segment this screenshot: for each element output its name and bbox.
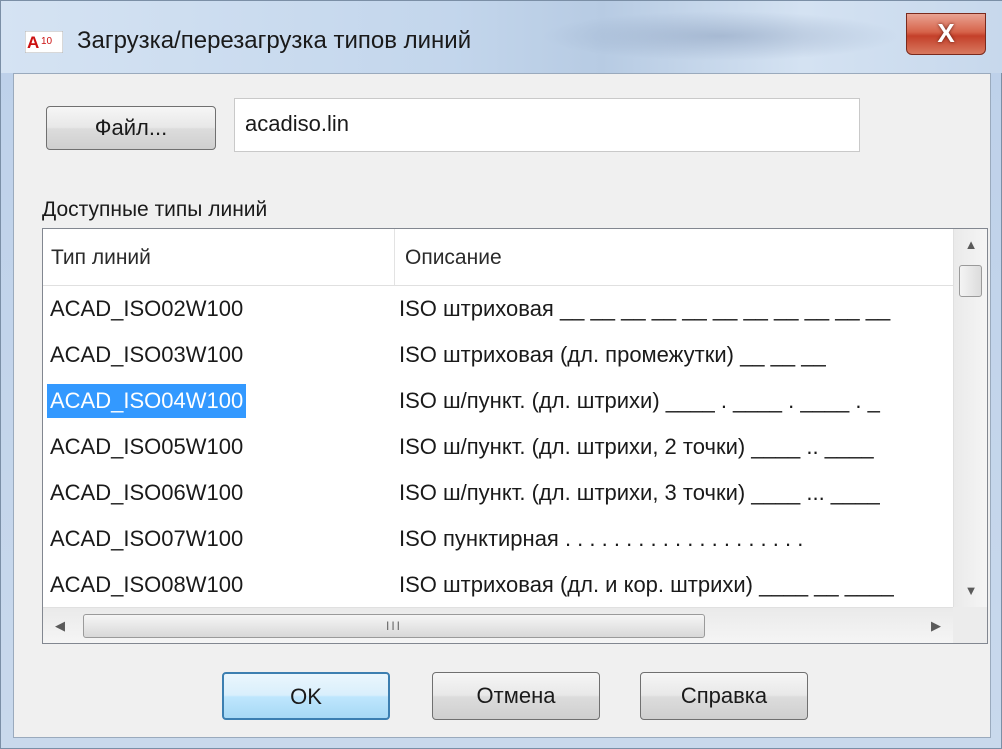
scrollbar-corner — [953, 607, 987, 643]
linetype-description: ISO штриховая (дл. и кор. штрихи) ____ _… — [399, 572, 894, 597]
linetype-description: ISO пунктирная . . . . . . . . . . . . .… — [399, 526, 804, 551]
available-linetypes-label: Доступные типы линий — [42, 198, 268, 221]
autocad-app-icon: A 10 — [25, 31, 63, 53]
help-button[interactable]: Справка — [640, 672, 808, 720]
vertical-scroll-thumb[interactable] — [959, 265, 982, 297]
linetype-description: ISO ш/пункт. (дл. штрихи) ____ . ____ . … — [399, 388, 880, 413]
close-button[interactable]: X — [906, 13, 986, 55]
linetype-name: ACAD_ISO04W100 — [47, 384, 247, 418]
list-item[interactable]: ACAD_ISO06W100 ISO ш/пункт. (дл. штрихи,… — [43, 469, 953, 515]
list-item[interactable]: ACAD_ISO03W100 ISO штриховая (дл. промеж… — [43, 331, 953, 377]
dialog-client-area: Файл... acadiso.lin Доступные типы линий… — [13, 73, 991, 738]
svg-text:10: 10 — [41, 36, 53, 47]
linetype-description: ISO ш/пункт. (дл. штрихи, 2 точки) ____ … — [399, 434, 874, 459]
window-title: Загрузка/перезагрузка типов линий — [77, 27, 472, 54]
horizontal-scrollbar[interactable]: ◀ III ▶ — [43, 607, 953, 643]
linetype-name: ACAD_ISO02W100 — [50, 296, 244, 321]
column-header-linetype[interactable]: Тип линий — [43, 229, 395, 285]
ok-button[interactable]: OK — [222, 672, 390, 720]
linetype-description: ISO штриховая (дл. промежутки) __ __ __ — [399, 342, 826, 367]
linetype-name: ACAD_ISO06W100 — [50, 480, 244, 505]
list-rows: ACAD_ISO02W100 ISO штриховая __ __ __ __… — [43, 285, 953, 607]
linetypes-list[interactable]: Тип линий Описание ACAD_ISO02W100 ISO шт… — [42, 228, 988, 644]
list-item-selected[interactable]: ACAD_ISO04W100 ISO ш/пункт. (дл. штрихи)… — [43, 377, 953, 423]
list-item[interactable]: ACAD_ISO07W100 ISO пунктирная . . . . . … — [43, 515, 953, 561]
list-item[interactable]: ACAD_ISO08W100 ISO штриховая (дл. и кор.… — [43, 561, 953, 607]
scroll-right-arrow-icon[interactable]: ▶ — [919, 608, 953, 643]
dialog-window: A 10 Загрузка/перезагрузка типов линий X… — [0, 0, 1002, 749]
cancel-button[interactable]: Отмена — [432, 672, 600, 720]
column-header-description[interactable]: Описание — [395, 229, 953, 285]
linetype-name: ACAD_ISO07W100 — [50, 526, 244, 551]
linetype-name: ACAD_ISO03W100 — [50, 342, 244, 367]
linetype-description: ISO штриховая __ __ __ __ __ __ __ __ __… — [399, 296, 891, 321]
scroll-down-arrow-icon[interactable]: ▼ — [954, 575, 987, 607]
svg-text:A: A — [27, 33, 39, 52]
list-header: Тип линий Описание — [43, 229, 953, 286]
list-item[interactable]: ACAD_ISO05W100 ISO ш/пункт. (дл. штрихи,… — [43, 423, 953, 469]
linetype-name: ACAD_ISO08W100 — [50, 572, 244, 597]
scroll-up-arrow-icon[interactable]: ▲ — [954, 229, 987, 261]
horizontal-scroll-thumb[interactable]: III — [83, 614, 705, 638]
linetype-description: ISO ш/пункт. (дл. штрихи, 3 точки) ____ … — [399, 480, 880, 505]
scroll-left-arrow-icon[interactable]: ◀ — [43, 608, 77, 643]
linetype-name: ACAD_ISO05W100 — [50, 434, 244, 459]
filename-field[interactable]: acadiso.lin — [234, 98, 860, 152]
background-blur — [541, 11, 901, 61]
title-bar[interactable]: A 10 Загрузка/перезагрузка типов линий X — [1, 1, 1002, 73]
file-button[interactable]: Файл... — [46, 106, 216, 150]
list-item[interactable]: ACAD_ISO02W100 ISO штриховая __ __ __ __… — [43, 285, 953, 331]
vertical-scrollbar[interactable]: ▲ ▼ — [953, 229, 987, 607]
